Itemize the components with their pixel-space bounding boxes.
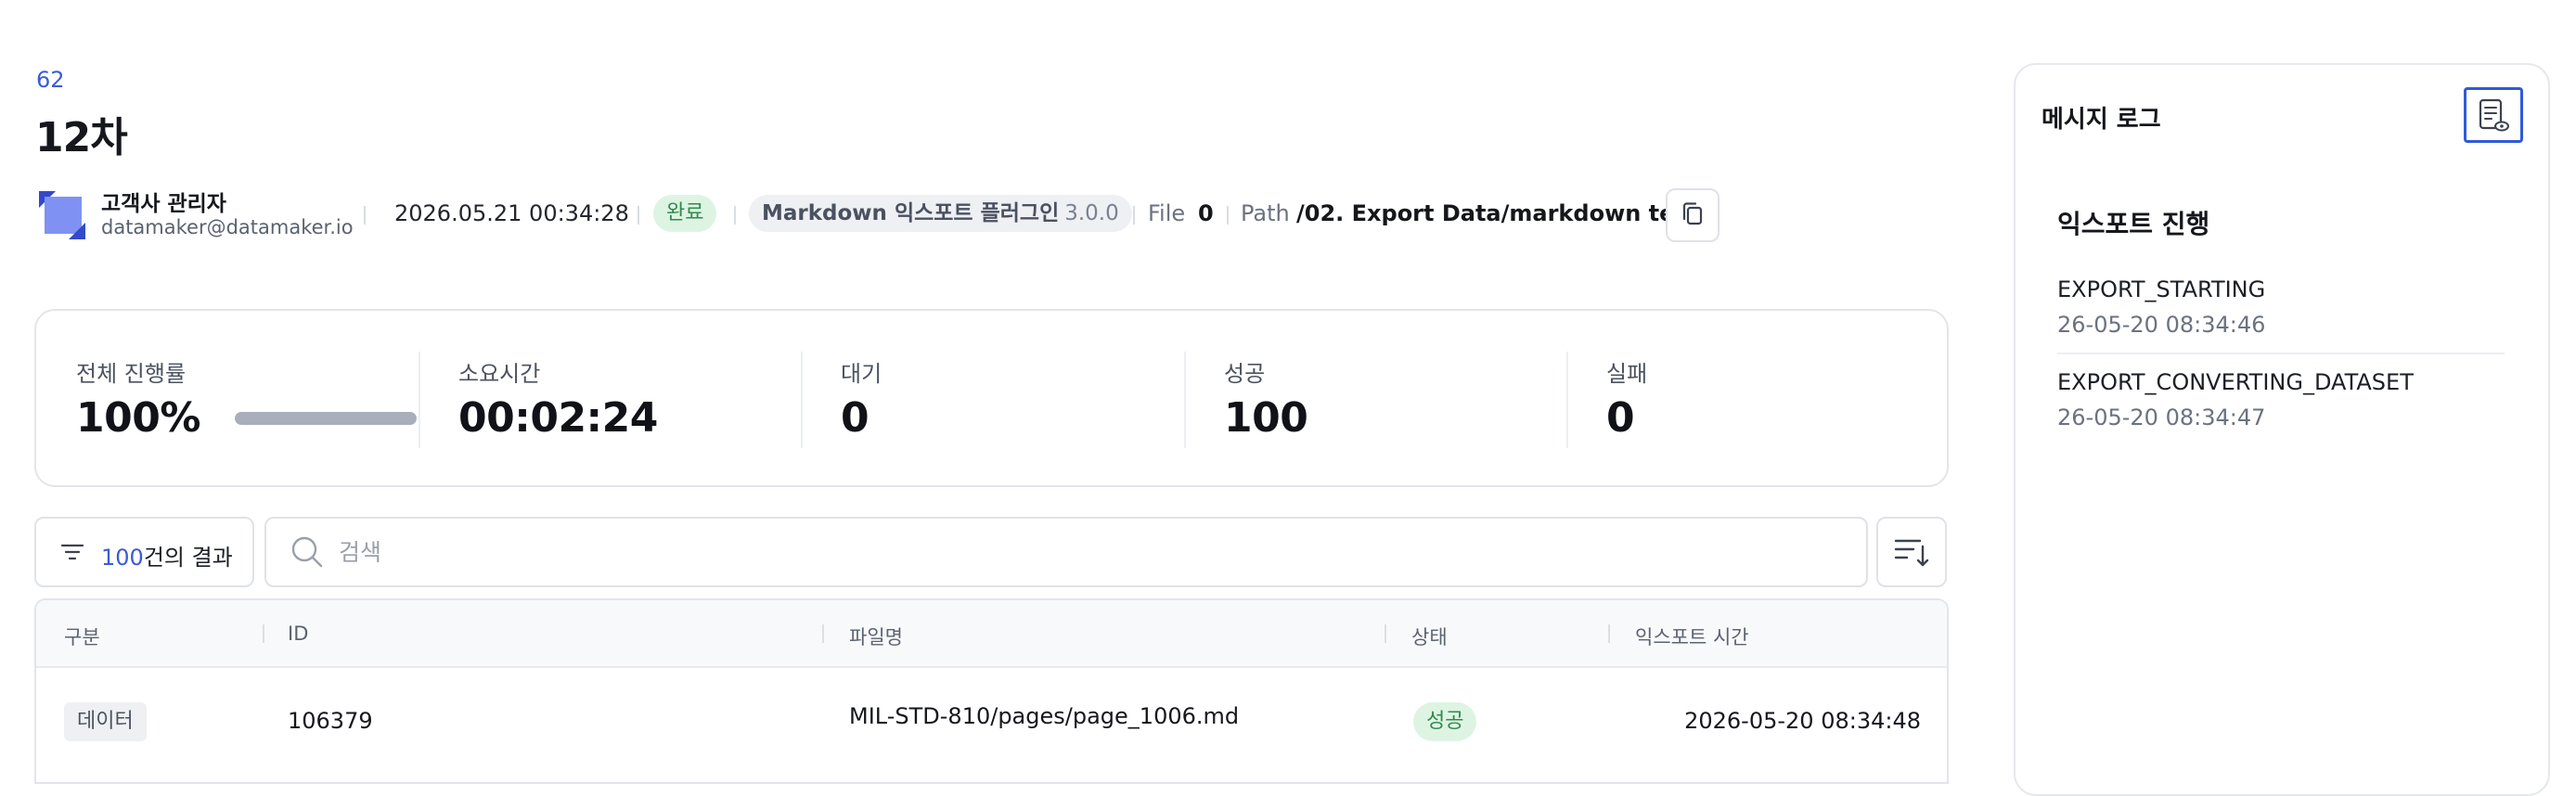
user-name: 고객사 관리자 [101, 192, 226, 216]
search-icon [291, 536, 323, 568]
path-value: /02. Export Data/markdown test [1296, 200, 1699, 226]
log-event: EXPORT_STARTING [2057, 276, 2266, 302]
plugin-version: 3.0.0 [1064, 201, 1119, 225]
column-divider [263, 624, 264, 643]
search-input[interactable] [339, 533, 1823, 571]
result-count-label: 100건의 결과 [101, 539, 233, 571]
stats-card: 전체 진행률 100% 소요시간 00:02:24 대기 0 성공 100 실패… [34, 309, 1949, 487]
path-label: Path [1241, 200, 1290, 226]
meta-separator [364, 206, 366, 225]
elapsed-value: 00:02:24 [458, 394, 658, 442]
column-header-type[interactable]: 구분 [64, 623, 100, 650]
meta-separator [638, 206, 639, 225]
status-badge: 완료 [653, 195, 717, 232]
row-status-badge: 성공 [1413, 702, 1477, 741]
job-meta-bar: 고객사 관리자 datamaker@datamaker.io 2026.05.2… [34, 184, 1955, 245]
log-view-icon [2479, 98, 2509, 132]
plugin-chip: Markdown 익스포트 플러그인 3.0.0 [749, 195, 1132, 232]
progress-value: 100% [76, 394, 200, 442]
message-log-panel: 메시지 로그 익스포트 진행 EXPORT_STARTING 26-05-20 … [2014, 63, 2550, 796]
progress-bar [235, 412, 417, 425]
waiting-value: 0 [841, 394, 869, 442]
page-title: 12차 [35, 114, 128, 161]
filter-icon [60, 544, 84, 560]
column-divider [822, 624, 824, 643]
log-timestamp: 26-05-20 08:34:47 [2057, 404, 2266, 430]
stat-divider [419, 352, 420, 448]
progress-label: 전체 진행률 [76, 361, 187, 387]
meta-separator [1133, 206, 1135, 225]
export-job-main: 62 12차 고객사 관리자 datamaker@datamaker.io 20… [34, 0, 1955, 784]
result-suffix: 건의 결과 [143, 545, 233, 571]
success-value: 100 [1224, 394, 1308, 442]
success-label: 성공 [1224, 361, 1266, 387]
column-header-id[interactable]: ID [288, 623, 308, 645]
row-filename: MIL-STD-810/pages/page_1006.md [849, 703, 1240, 729]
column-header-status[interactable]: 상태 [1411, 623, 1448, 650]
table-header: 구분 ID 파일명 상태 익스포트 시간 [36, 600, 1947, 668]
fail-value: 0 [1606, 394, 1635, 442]
file-label: File [1148, 200, 1186, 226]
copy-icon [1682, 202, 1703, 225]
job-number: 62 [36, 67, 65, 93]
column-divider [1385, 624, 1386, 643]
column-header-export-time[interactable]: 익스포트 시간 [1635, 623, 1749, 650]
avatar [37, 189, 87, 239]
file-count: 0 [1198, 200, 1214, 226]
log-view-button[interactable] [2464, 87, 2523, 143]
meta-separator [1227, 206, 1229, 225]
log-event: EXPORT_CONVERTING_DATASET [2057, 369, 2414, 395]
result-count: 100 [101, 545, 144, 571]
row-id: 106379 [288, 708, 373, 734]
log-timestamp: 26-05-20 08:34:46 [2057, 312, 2266, 338]
stat-divider [1566, 352, 1568, 448]
filter-button[interactable]: 100건의 결과 [34, 517, 254, 587]
sort-button[interactable] [1876, 517, 1947, 587]
search-box[interactable] [264, 517, 1868, 587]
log-section-title: 익스포트 진행 [2057, 209, 2210, 239]
log-divider [2057, 353, 2505, 354]
plugin-name: Markdown 익스포트 플러그인 [762, 201, 1060, 225]
log-entry: EXPORT_STARTING 26-05-20 08:34:46 [2057, 276, 2505, 338]
waiting-label: 대기 [841, 361, 882, 387]
sort-icon [1894, 539, 1929, 567]
fail-label: 실패 [1606, 361, 1648, 387]
user-email: datamaker@datamaker.io [101, 216, 354, 238]
job-date: 2026.05.21 00:34:28 [394, 200, 629, 226]
table-row[interactable]: 데이터 106379 MIL-STD-810/pages/page_1006.m… [36, 670, 1947, 772]
elapsed-label: 소요시간 [458, 361, 541, 387]
column-divider [1608, 624, 1610, 643]
meta-separator [734, 206, 736, 225]
log-entry: EXPORT_CONVERTING_DATASET 26-05-20 08:34… [2057, 369, 2505, 430]
row-export-time: 2026-05-20 08:34:48 [1684, 708, 1921, 734]
log-title: 메시지 로그 [2041, 106, 2161, 134]
type-badge: 데이터 [64, 702, 147, 741]
stat-divider [801, 352, 803, 448]
progress-bar-fill [235, 412, 417, 425]
stat-divider [1184, 352, 1186, 448]
copy-path-button[interactable] [1666, 188, 1719, 242]
results-table: 구분 ID 파일명 상태 익스포트 시간 데이터 106379 MIL-STD-… [34, 598, 1949, 784]
column-header-filename[interactable]: 파일명 [849, 623, 903, 650]
